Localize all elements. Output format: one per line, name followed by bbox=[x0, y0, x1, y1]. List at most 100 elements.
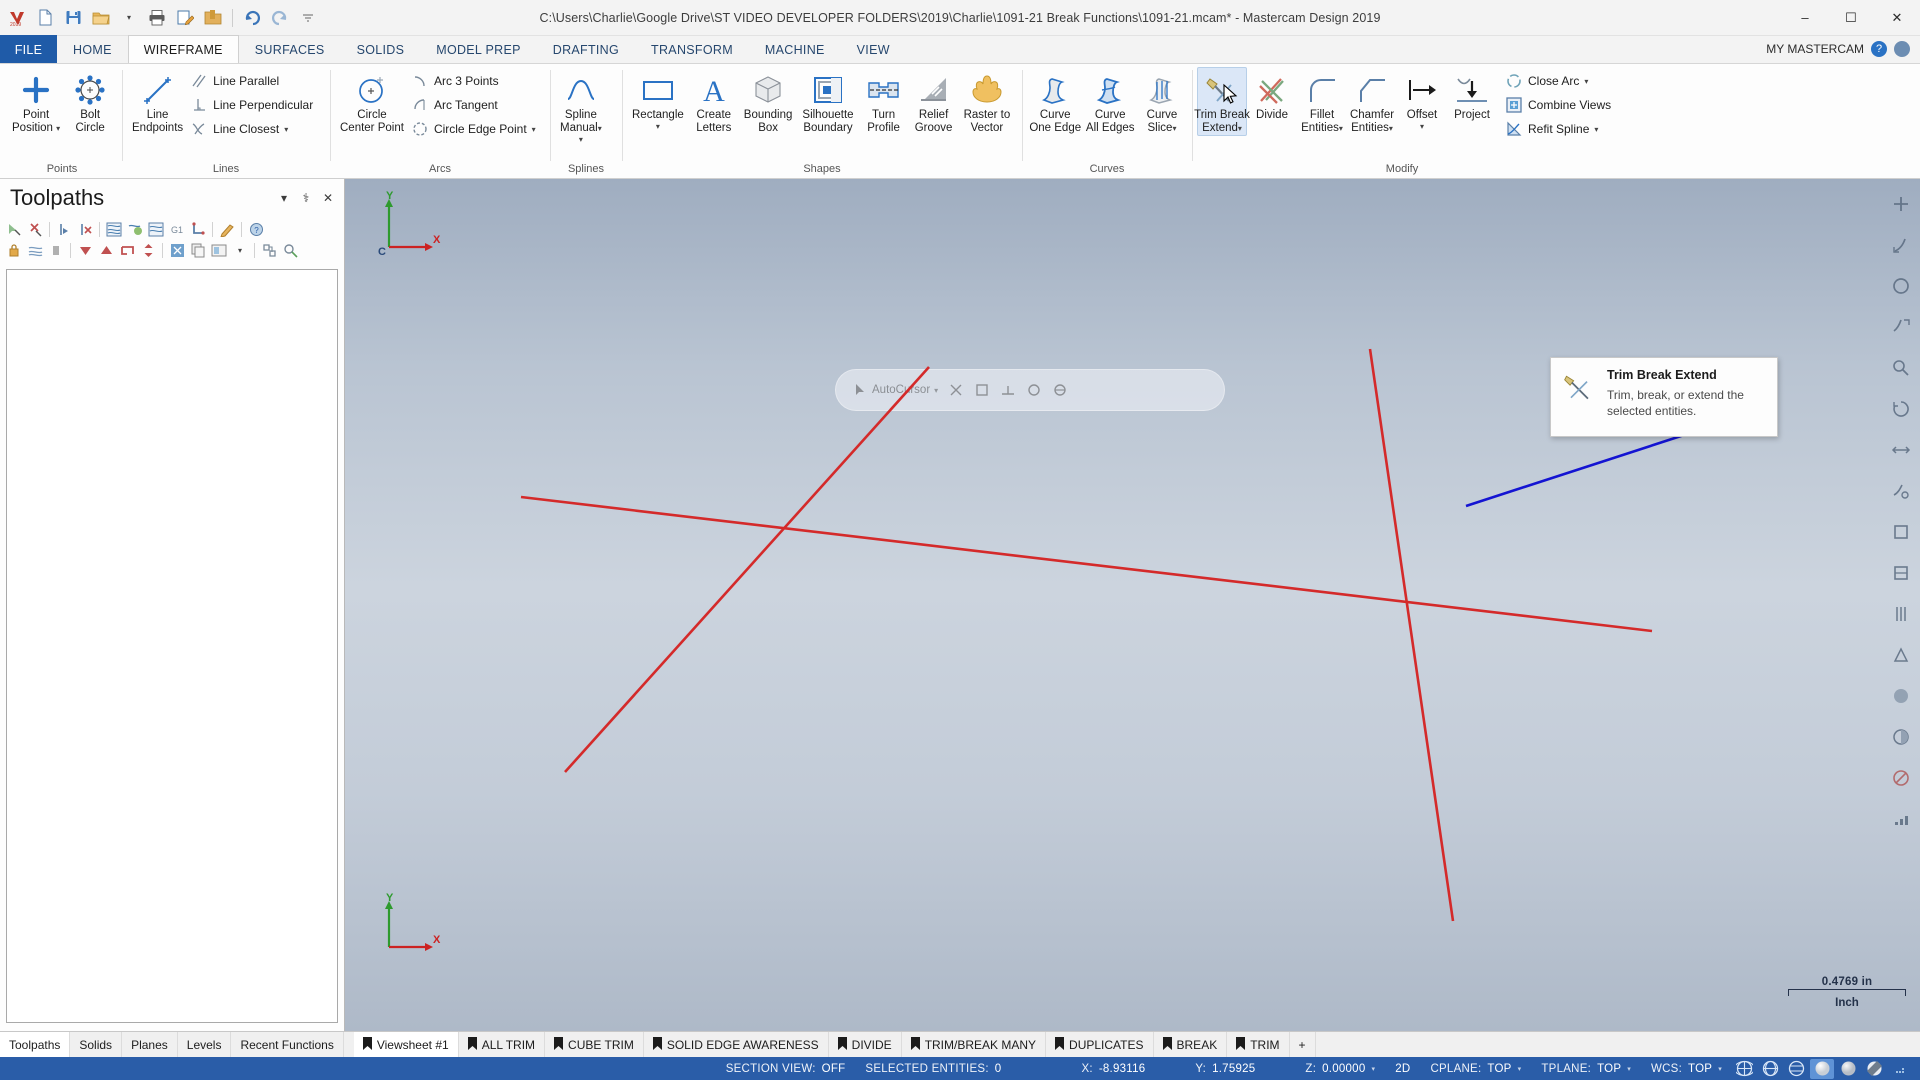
my-mastercam-label[interactable]: MY MASTERCAM bbox=[1766, 42, 1864, 56]
dropdown-icon[interactable]: ▾ bbox=[230, 241, 250, 261]
unzoom-icon[interactable] bbox=[1886, 312, 1916, 342]
open-dropdown-icon[interactable]: ▾ bbox=[116, 5, 142, 31]
front-view-icon[interactable] bbox=[1886, 558, 1916, 588]
line-parallel-button[interactable]: Line Parallel bbox=[188, 69, 318, 93]
tab-view[interactable]: VIEW bbox=[841, 35, 906, 63]
tab-drafting[interactable]: DRAFTING bbox=[537, 35, 635, 63]
panel-pin-button[interactable]: ⚕ bbox=[296, 188, 316, 208]
help-icon[interactable]: ? bbox=[246, 220, 266, 240]
viewsheet-tab-cube-trim[interactable]: CUBE TRIM bbox=[545, 1032, 644, 1057]
mastercam-logo-icon[interactable]: 2019 bbox=[4, 5, 30, 31]
spline-more-chevron-icon[interactable]: ▾ bbox=[579, 135, 583, 144]
chevron-down-icon[interactable]: ▾ bbox=[1339, 124, 1343, 133]
move-down-icon[interactable] bbox=[75, 241, 95, 261]
status-dimension-mode[interactable]: 2D bbox=[1385, 1063, 1420, 1075]
tab-file[interactable]: FILE bbox=[0, 35, 57, 63]
print-preview-icon[interactable] bbox=[172, 5, 198, 31]
shaded-wireframe-button[interactable] bbox=[1784, 1059, 1808, 1079]
tab-wireframe[interactable]: WIREFRAME bbox=[127, 35, 239, 63]
single-display-icon[interactable] bbox=[209, 241, 229, 261]
g1-icon[interactable]: G1 bbox=[167, 220, 187, 240]
shaded-view-button[interactable] bbox=[1810, 1058, 1834, 1079]
circle-center-point-button[interactable]: Circle Center Point bbox=[335, 67, 409, 135]
isometric-view-icon[interactable] bbox=[1886, 476, 1916, 506]
new-file-icon[interactable] bbox=[32, 5, 58, 31]
graphics-viewport[interactable]: AutoCursor ▾ Y X C Y X 0.4769 in Inch Tr… bbox=[345, 179, 1920, 1031]
chevron-down-icon[interactable]: ▾ bbox=[598, 124, 602, 133]
chevron-down-icon[interactable]: ▾ bbox=[56, 124, 60, 133]
toolpaths-tree-list[interactable] bbox=[6, 269, 338, 1023]
trim-break-extend-button[interactable]: Trim Break Extend▾ bbox=[1194, 67, 1250, 137]
status-cplane[interactable]: CPLANE: TOP ▾ bbox=[1420, 1063, 1531, 1075]
panel-close-button[interactable]: ✕ bbox=[318, 188, 338, 208]
project-button[interactable]: Project bbox=[1447, 67, 1497, 123]
status-wcs[interactable]: WCS: TOP ▾ bbox=[1641, 1063, 1732, 1075]
bottom-tab-recent-functions[interactable]: Recent Functions bbox=[231, 1032, 344, 1057]
tab-surfaces[interactable]: SURFACES bbox=[239, 35, 341, 63]
bounding-box-button[interactable]: Bounding Box bbox=[739, 67, 798, 135]
hidden-lines-view-button[interactable] bbox=[1758, 1059, 1782, 1079]
customize-qat-icon[interactable] bbox=[295, 5, 321, 31]
chevron-down-icon[interactable]: ▾ bbox=[1518, 1065, 1522, 1073]
dynamic-rotate-icon[interactable] bbox=[1886, 394, 1916, 424]
viewsheet-tab-duplicates[interactable]: DUPLICATES bbox=[1046, 1032, 1154, 1057]
edit-icon[interactable] bbox=[217, 220, 237, 240]
properties-icon[interactable] bbox=[280, 241, 300, 261]
toolpath-group-icon[interactable] bbox=[167, 241, 187, 261]
move-updown-icon[interactable] bbox=[138, 241, 158, 261]
viewsheet-tab-break[interactable]: BREAK bbox=[1154, 1032, 1228, 1057]
pan-icon[interactable] bbox=[1886, 435, 1916, 465]
bottom-tab-planes[interactable]: Planes bbox=[122, 1032, 178, 1057]
tab-home[interactable]: HOME bbox=[57, 35, 128, 63]
undo-icon[interactable] bbox=[239, 5, 265, 31]
viewsheet-tab-1[interactable]: Viewsheet #1 bbox=[353, 1032, 459, 1057]
viewsheet-tab-solid-edge-awareness[interactable]: SOLID EDGE AWARENESS bbox=[644, 1032, 829, 1057]
line-endpoints-button[interactable]: Line Endpoints bbox=[127, 67, 188, 135]
viewsheet-tab-trim[interactable]: TRIM bbox=[1227, 1032, 1290, 1057]
minimize-button[interactable]: – bbox=[1782, 0, 1828, 36]
machine-group-icon[interactable] bbox=[259, 241, 279, 261]
regen-path-icon[interactable] bbox=[54, 220, 74, 240]
circle-edge-point-button[interactable]: Circle Edge Point ▾ bbox=[409, 117, 541, 141]
bottom-tab-levels[interactable]: Levels bbox=[178, 1032, 232, 1057]
red-line-2[interactable] bbox=[564, 366, 930, 773]
tab-solids[interactable]: SOLIDS bbox=[341, 35, 421, 63]
silhouette-boundary-button[interactable]: Silhouette Boundary bbox=[797, 67, 858, 135]
regenerate-dirty-icon[interactable] bbox=[125, 220, 145, 240]
curve-all-edges-button[interactable]: Curve All Edges bbox=[1083, 67, 1137, 135]
chamfer-entities-button[interactable]: Chamfer Entities▾ bbox=[1347, 67, 1397, 136]
move-up-icon[interactable] bbox=[96, 241, 116, 261]
toggle-display-icon[interactable] bbox=[25, 241, 45, 261]
turn-profile-button[interactable]: Turn Profile bbox=[859, 67, 909, 135]
top-view-icon[interactable] bbox=[1886, 517, 1916, 547]
open-folder-icon[interactable] bbox=[88, 5, 114, 31]
line-closest-button[interactable]: Line Closest ▾ bbox=[188, 117, 318, 141]
tab-machine[interactable]: MACHINE bbox=[749, 35, 841, 63]
chevron-down-icon[interactable]: ▾ bbox=[1718, 1065, 1722, 1073]
bolt-circle-button[interactable]: Bolt Circle bbox=[65, 67, 115, 135]
copy-icon[interactable] bbox=[188, 241, 208, 261]
chevron-down-icon[interactable]: ▾ bbox=[284, 125, 288, 134]
status-section-view[interactable]: SECTION VIEW: OFF bbox=[716, 1063, 856, 1075]
line-perpendicular-button[interactable]: Line Perpendicular bbox=[188, 93, 318, 117]
wireframe-view-button[interactable] bbox=[1732, 1059, 1756, 1079]
shaded-view-icon[interactable] bbox=[1886, 681, 1916, 711]
move-into-icon[interactable] bbox=[117, 241, 137, 261]
fillet-entities-button[interactable]: Fillet Entities▾ bbox=[1297, 67, 1347, 136]
bottom-tab-solids[interactable]: Solids bbox=[70, 1032, 123, 1057]
arc-3-points-button[interactable]: Arc 3 Points bbox=[409, 69, 541, 93]
close-arc-button[interactable]: Close Arc ▾ bbox=[1503, 69, 1616, 93]
zoom-window-icon[interactable] bbox=[1886, 230, 1916, 260]
offset-more-chevron-icon[interactable]: ▾ bbox=[1420, 122, 1424, 131]
combine-views-button[interactable]: Combine Views bbox=[1503, 93, 1616, 117]
curve-one-edge-button[interactable]: Curve One Edge bbox=[1027, 67, 1083, 135]
chevron-down-icon[interactable]: ▾ bbox=[1238, 124, 1242, 133]
close-button[interactable]: ✕ bbox=[1874, 0, 1920, 36]
regenerate-all-icon[interactable] bbox=[104, 220, 124, 240]
tab-transform[interactable]: TRANSFORM bbox=[635, 35, 749, 63]
chevron-down-icon[interactable]: ▾ bbox=[1594, 125, 1598, 134]
regenerate-selected-icon[interactable] bbox=[146, 220, 166, 240]
chevron-down-icon[interactable]: ▾ bbox=[532, 125, 536, 134]
no-shading-icon[interactable] bbox=[1886, 763, 1916, 793]
fit-screen-icon[interactable] bbox=[1886, 189, 1916, 219]
